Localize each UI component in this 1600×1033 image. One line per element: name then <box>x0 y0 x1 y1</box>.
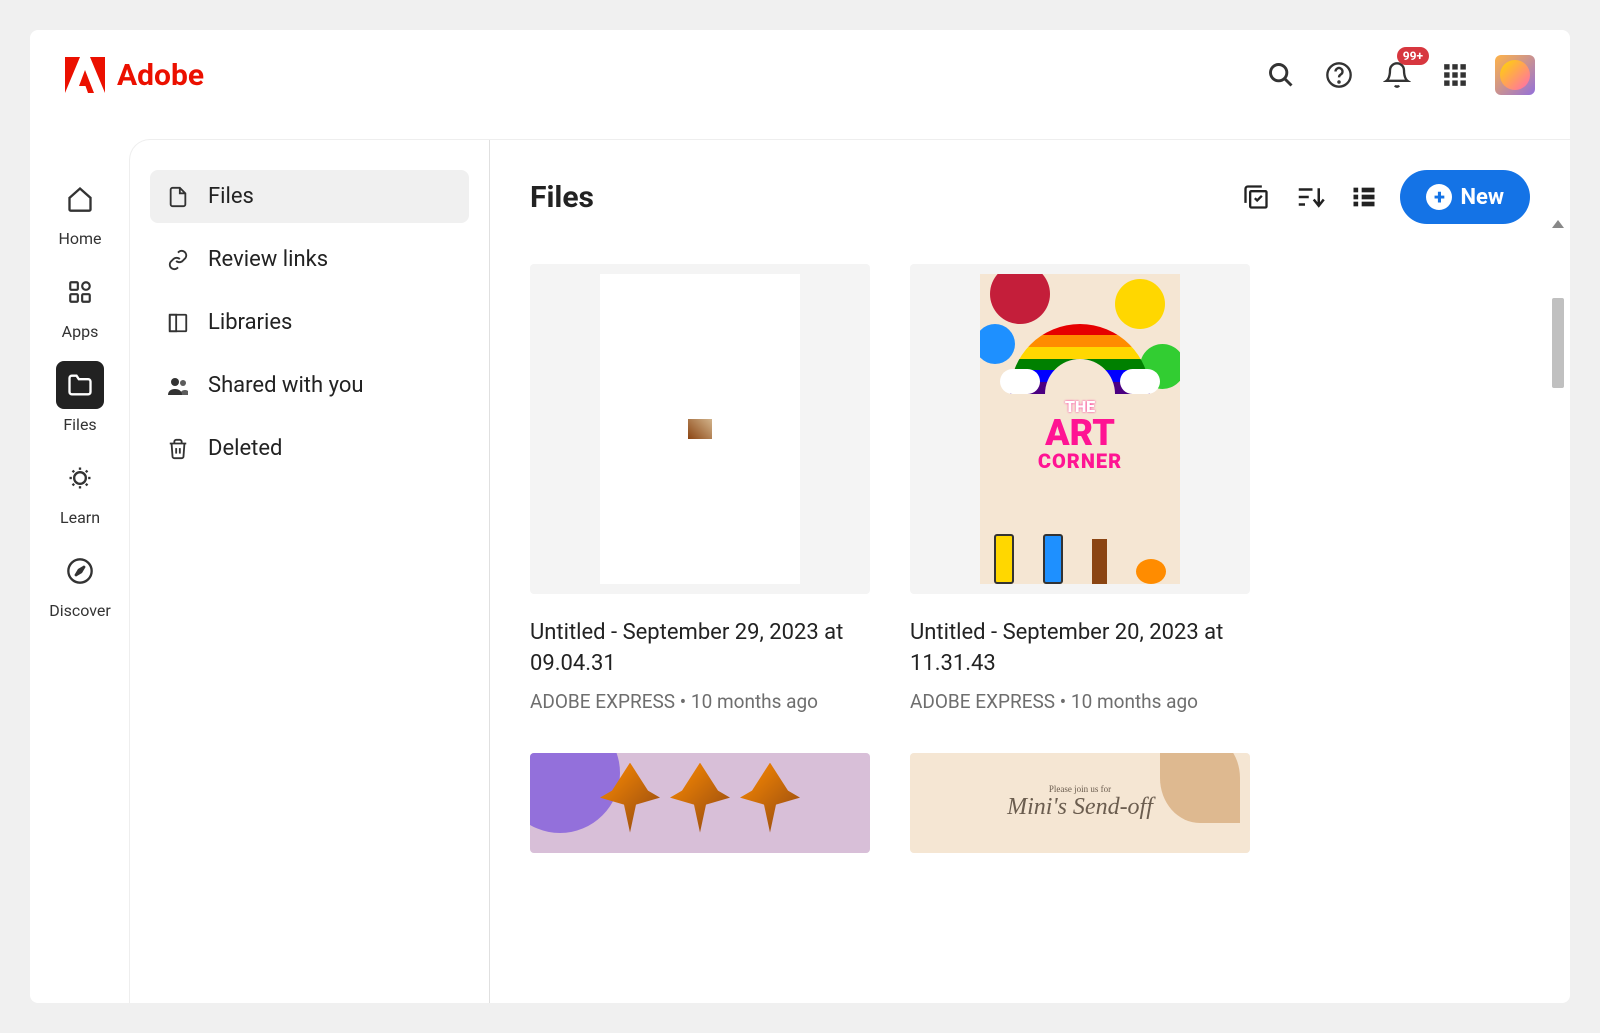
art-text-art: ART <box>1038 415 1122 451</box>
sidebar-label: Libraries <box>208 310 292 335</box>
libraries-icon <box>166 311 190 335</box>
header: Adobe 99+ <box>30 30 1570 120</box>
file-meta: ADOBE EXPRESS • 10 months ago <box>910 690 1250 713</box>
sidebar-label: Shared with you <box>208 373 364 398</box>
file-thumbnail <box>530 753 870 853</box>
file-title: Untitled - September 20, 2023 at 11.31.4… <box>910 618 1250 680</box>
file-meta: ADOBE EXPRESS • 10 months ago <box>530 690 870 713</box>
scrollbar[interactable] <box>1550 220 1565 820</box>
avatar-image <box>1500 60 1530 90</box>
files-icon <box>56 361 104 409</box>
nav-label: Files <box>63 415 96 434</box>
main-header: Files + New <box>530 170 1530 224</box>
inner-panel: Files Review links Libraries <box>130 140 1570 1003</box>
help-icon <box>1325 61 1353 89</box>
sidebar-deleted[interactable]: Deleted <box>150 422 469 475</box>
nav-discover[interactable]: Discover <box>45 547 115 620</box>
nav-home[interactable]: Home <box>45 175 115 248</box>
shared-icon <box>166 374 190 398</box>
sidebar-review-links[interactable]: Review links <box>150 233 469 286</box>
body: Home Apps Files Learn <box>30 120 1570 1003</box>
file-icon <box>166 185 190 209</box>
select-icon <box>1242 183 1270 211</box>
sidebar: Files Review links Libraries <box>130 140 490 1003</box>
nav-label: Learn <box>60 508 100 527</box>
learn-icon <box>56 454 104 502</box>
file-thumbnail <box>530 264 870 594</box>
sidebar-label: Files <box>208 184 254 209</box>
sendoff-title: Mini's Send-off <box>1007 794 1153 821</box>
files-grid: Untitled - September 29, 2023 at 09.04.3… <box>530 264 1530 877</box>
thumb-art-corner: THE ART CORNER <box>980 274 1180 584</box>
select-multiple-button[interactable] <box>1238 179 1274 215</box>
search-button[interactable] <box>1263 57 1299 93</box>
sidebar-label: Deleted <box>208 436 282 461</box>
file-card[interactable] <box>530 753 870 877</box>
sort-button[interactable] <box>1292 179 1328 215</box>
header-actions: 99+ <box>1263 55 1535 95</box>
discover-icon <box>56 547 104 595</box>
app-container: Adobe 99+ <box>30 30 1570 1003</box>
nav-label: Home <box>58 229 101 248</box>
sendoff-pre: Please join us for <box>1049 784 1111 794</box>
adobe-brand-text: Adobe <box>117 58 204 93</box>
main-content: Files + New <box>490 140 1570 1003</box>
file-card[interactable]: Please join us for Mini's Send-off <box>910 753 1250 877</box>
main-actions: + New <box>1238 170 1530 224</box>
new-button-label: New <box>1460 185 1504 210</box>
home-icon <box>56 175 104 223</box>
trash-icon <box>166 437 190 461</box>
sidebar-label: Review links <box>208 247 328 272</box>
page-title: Files <box>530 180 594 215</box>
nav-apps[interactable]: Apps <box>45 268 115 341</box>
nav-label: Apps <box>62 322 99 341</box>
scroll-thumb[interactable] <box>1552 298 1564 388</box>
sidebar-files[interactable]: Files <box>150 170 469 223</box>
sidebar-shared[interactable]: Shared with you <box>150 359 469 412</box>
notifications-wrapper: 99+ <box>1379 57 1415 93</box>
list-view-button[interactable] <box>1346 179 1382 215</box>
new-button[interactable]: + New <box>1400 170 1530 224</box>
apps-grid-icon <box>1442 62 1468 88</box>
apps-grid-button[interactable] <box>1437 57 1473 93</box>
help-button[interactable] <box>1321 57 1357 93</box>
nav-label: Discover <box>49 601 111 620</box>
file-card[interactable]: THE ART CORNER Untitled - September 20, … <box>910 264 1250 713</box>
file-card[interactable]: Untitled - September 29, 2023 at 09.04.3… <box>530 264 870 713</box>
plus-icon: + <box>1426 184 1452 210</box>
apps-icon <box>56 268 104 316</box>
left-nav: Home Apps Files Learn <box>30 120 130 1003</box>
avatar[interactable] <box>1495 55 1535 95</box>
art-text-corner: CORNER <box>1038 451 1122 471</box>
nav-learn[interactable]: Learn <box>45 454 115 527</box>
search-icon <box>1267 61 1295 89</box>
file-thumbnail: Please join us for Mini's Send-off <box>910 753 1250 853</box>
scroll-up-arrow[interactable] <box>1552 220 1564 228</box>
file-thumbnail: THE ART CORNER <box>910 264 1250 594</box>
bell-icon <box>1383 61 1411 89</box>
nav-files[interactable]: Files <box>45 361 115 434</box>
list-icon <box>1350 183 1378 211</box>
adobe-logo[interactable]: Adobe <box>65 57 204 93</box>
file-title: Untitled - September 29, 2023 at 09.04.3… <box>530 618 870 680</box>
link-icon <box>166 248 190 272</box>
thumb-mini-image <box>688 419 712 439</box>
adobe-logo-icon <box>65 57 105 93</box>
sort-icon <box>1295 182 1325 212</box>
thumb-doc <box>600 274 800 584</box>
sidebar-libraries[interactable]: Libraries <box>150 296 469 349</box>
notification-badge: 99+ <box>1397 47 1429 65</box>
